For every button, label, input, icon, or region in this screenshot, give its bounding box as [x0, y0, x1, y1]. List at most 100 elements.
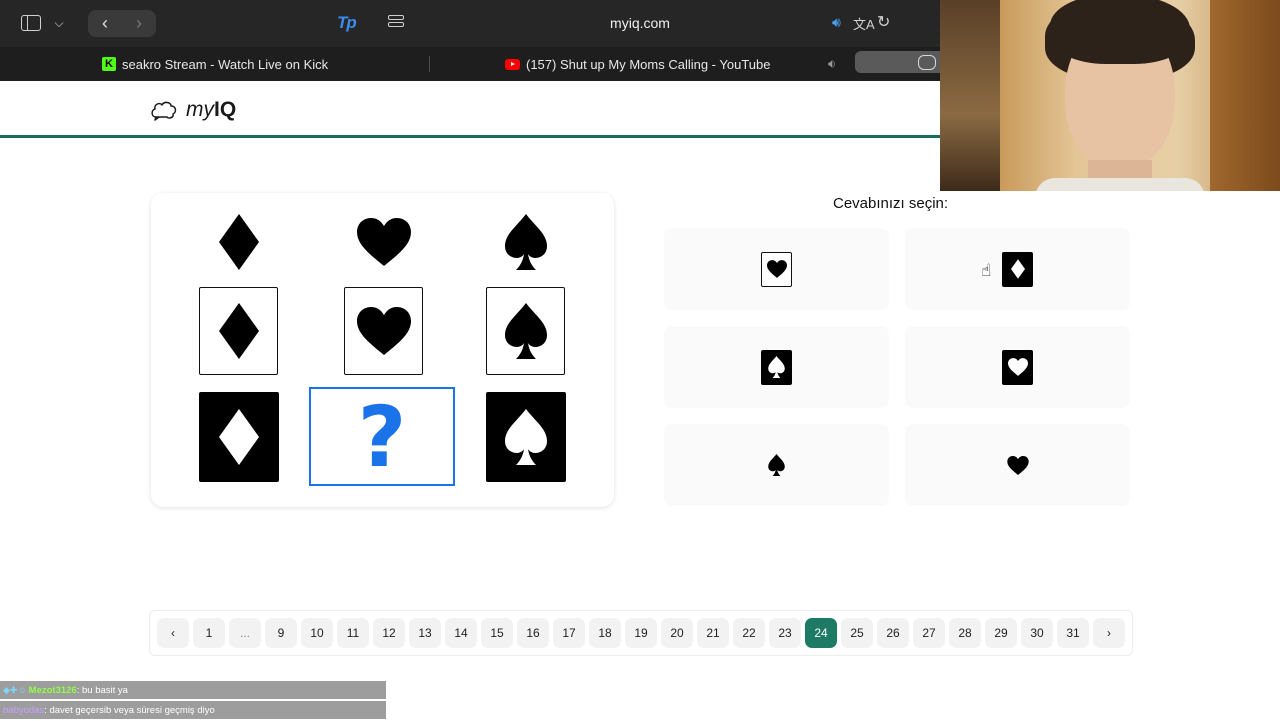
- tab-kick[interactable]: K seakro Stream - Watch Live on Kick: [102, 47, 328, 81]
- answer-option-2[interactable]: [905, 228, 1130, 310]
- hand-cursor-icon: ☝︎: [981, 261, 992, 280]
- page-button[interactable]: 20: [661, 618, 693, 648]
- page-button[interactable]: 21: [697, 618, 729, 648]
- puzzle-cell-heart: [344, 209, 424, 275]
- chevron-down-icon[interactable]: ⌵: [50, 10, 68, 36]
- puzzle-cell-diamond-outlined: [199, 287, 278, 375]
- answer-card-filled: [761, 349, 792, 385]
- page-button[interactable]: 26: [877, 618, 909, 648]
- reader-icon[interactable]: [388, 15, 404, 31]
- page-button[interactable]: 10: [301, 618, 333, 648]
- page-button[interactable]: 17: [553, 618, 585, 648]
- page-button[interactable]: 13: [409, 618, 441, 648]
- address-bar[interactable]: myiq.com: [590, 15, 690, 31]
- puzzle-cell-heart-outlined: [344, 287, 423, 375]
- chat-username: babyodas: [3, 704, 45, 716]
- tab-speaker-icon[interactable]: 🔉︎: [828, 56, 836, 72]
- logo-text: myIQ: [186, 98, 237, 121]
- page-button[interactable]: 23: [769, 618, 801, 648]
- webcam-shirt: [1035, 178, 1205, 191]
- tab-divider: [429, 56, 430, 72]
- prev-page-button[interactable]: ‹: [157, 618, 189, 648]
- puzzle-cell-diamond: [199, 209, 279, 275]
- page-button[interactable]: 14: [445, 618, 477, 648]
- diamond-icon: [218, 303, 259, 359]
- page-button[interactable]: 18: [589, 618, 621, 648]
- webcam-background: [940, 0, 1000, 191]
- heart-icon: [766, 260, 787, 278]
- tab-youtube[interactable]: (157) Shut up My Moms Calling - YouTube: [505, 47, 770, 81]
- answer-prompt: Cevabınızı seçin:: [833, 195, 949, 212]
- page-button[interactable]: 30: [1021, 618, 1053, 648]
- puzzle-cell-diamond-filled: [199, 392, 279, 482]
- diamond-icon: [1010, 259, 1025, 279]
- heart-icon: [356, 307, 411, 355]
- webcam-door: [1210, 0, 1280, 191]
- browser-toolbar: ⌵ ‹ › Tp myiq.com 🔊︎ 文A ↻: [0, 0, 940, 47]
- page-button[interactable]: 11: [337, 618, 369, 648]
- heart-icon: [357, 218, 411, 266]
- tp-extension-icon[interactable]: Tp: [337, 13, 359, 33]
- question-mark: ?: [357, 387, 407, 486]
- page-button[interactable]: 27: [913, 618, 945, 648]
- current-page-button[interactable]: 24: [805, 618, 837, 648]
- answer-card-filled: [1002, 251, 1033, 287]
- missing-answer-cell: ?: [309, 387, 455, 486]
- chat-badge-icons: ◆✚☺: [3, 684, 27, 695]
- spade-icon: [768, 356, 785, 378]
- page-button[interactable]: 31: [1057, 618, 1089, 648]
- answer-option-3[interactable]: [664, 326, 889, 408]
- page-ellipsis: ...: [229, 618, 261, 648]
- heart-icon: [1006, 455, 1029, 475]
- page-button[interactable]: 19: [625, 618, 657, 648]
- webcam-overlay: [940, 0, 1280, 191]
- diamond-icon: [219, 409, 259, 465]
- chat-username: Mezot3126: [28, 684, 77, 696]
- heart-icon: [1007, 358, 1028, 376]
- kick-logo-icon: K: [102, 57, 116, 71]
- spade-icon: [505, 214, 547, 270]
- site-header: [0, 81, 940, 137]
- page-button[interactable]: 25: [841, 618, 873, 648]
- chevron-right-icon[interactable]: ›: [124, 13, 154, 33]
- speaker-icon[interactable]: 🔊︎: [832, 14, 841, 31]
- chevron-left-icon[interactable]: ‹: [90, 13, 120, 33]
- brain-logo-icon: [151, 101, 177, 121]
- answer-option-5[interactable]: [664, 424, 889, 506]
- site-logo[interactable]: myIQ: [150, 98, 236, 122]
- youtube-logo-icon: [505, 58, 520, 70]
- webcam-hair-top: [1050, 0, 1190, 64]
- next-page-button[interactable]: ›: [1093, 618, 1125, 648]
- page-button[interactable]: 16: [517, 618, 549, 648]
- answer-option-1[interactable]: [664, 228, 889, 310]
- navigation-buttons: ‹ ›: [88, 10, 156, 37]
- spade-icon: [768, 454, 785, 476]
- spade-icon: [505, 409, 547, 465]
- chat-text: : bu basit ya: [76, 684, 128, 696]
- puzzle-cell-spade-filled: [486, 392, 566, 482]
- page-button[interactable]: 12: [373, 618, 405, 648]
- page-button[interactable]: 29: [985, 618, 1017, 648]
- page-button[interactable]: 9: [265, 618, 297, 648]
- brain-icon: [918, 55, 936, 70]
- answer-option-6[interactable]: [905, 424, 1130, 506]
- diamond-icon: [219, 214, 259, 270]
- tab-title: seakro Stream - Watch Live on Kick: [122, 56, 329, 72]
- sidebar-icon[interactable]: [18, 10, 44, 36]
- spade-icon: [504, 303, 547, 359]
- page-button[interactable]: 28: [949, 618, 981, 648]
- page-button[interactable]: 22: [733, 618, 765, 648]
- tab-bar: K seakro Stream - Watch Live on Kick (15…: [0, 47, 940, 81]
- page-button[interactable]: 1: [193, 618, 225, 648]
- tab-title: (157) Shut up My Moms Calling - YouTube: [526, 56, 771, 72]
- answer-option-4[interactable]: [905, 326, 1130, 408]
- translate-icon[interactable]: 文A: [853, 14, 875, 33]
- header-rule: [0, 135, 940, 138]
- stream-chat-overlay: ◆✚☺ Mezot3126 : bu basit ya babyodas : d…: [0, 681, 386, 721]
- reload-icon[interactable]: ↻: [877, 12, 890, 32]
- question-pagination: ‹ 1 ... 9 10 11 12 13 14 15 16 17 18 19 …: [149, 610, 1133, 656]
- chat-message: babyodas : davet geçersib veya süresi ge…: [0, 701, 386, 719]
- chat-message: ◆✚☺ Mezot3126 : bu basit ya: [0, 681, 386, 699]
- chat-text: : davet geçersib veya süresi geçmiş diyo: [44, 704, 215, 716]
- page-button[interactable]: 15: [481, 618, 513, 648]
